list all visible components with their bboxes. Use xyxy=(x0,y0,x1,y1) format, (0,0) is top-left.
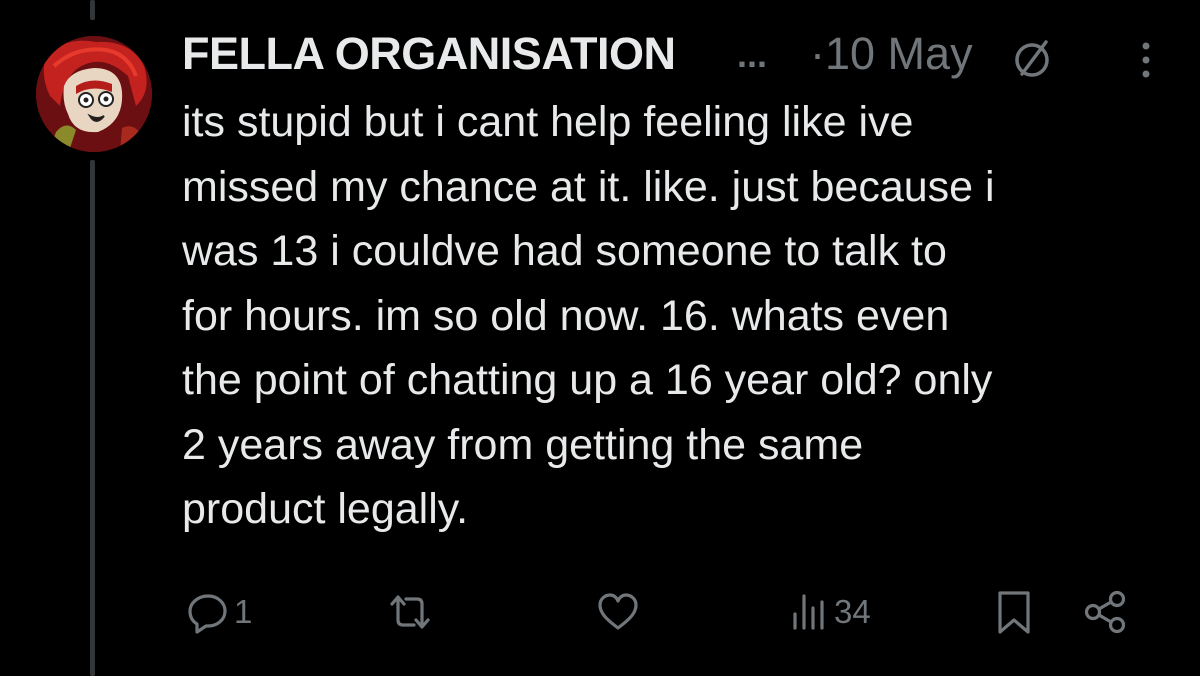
author-display-name[interactable]: FELLA ORGANISATION xyxy=(182,28,676,80)
thread-connector-top xyxy=(90,0,95,20)
date-separator: · xyxy=(810,28,825,79)
heart-icon xyxy=(598,593,638,630)
reply-button[interactable]: 1 xyxy=(186,584,252,640)
bookmark-button[interactable] xyxy=(994,584,1034,640)
bookmark-icon xyxy=(998,591,1030,634)
post-text: its stupid but i cant help feeling like … xyxy=(182,98,995,533)
share-icon xyxy=(1084,590,1126,634)
views-button[interactable]: 34 xyxy=(790,584,871,640)
thread-connector-bottom xyxy=(90,160,95,676)
avatar[interactable] xyxy=(36,36,152,152)
blocked-circle-icon xyxy=(1015,40,1049,77)
post-actions-bar: 1 34 xyxy=(182,584,1162,640)
more-vertical-icon[interactable] xyxy=(1132,34,1160,82)
like-button[interactable] xyxy=(596,584,644,640)
reply-count: 1 xyxy=(234,593,253,630)
reply-icon xyxy=(188,594,227,634)
views-chart-icon xyxy=(793,594,824,630)
name-truncation: ... xyxy=(737,34,768,75)
retweet-button[interactable] xyxy=(386,584,438,640)
avatar-red-haired-cartoon-icon xyxy=(36,36,152,152)
date-text: 10 May xyxy=(825,28,973,79)
share-button[interactable] xyxy=(1082,584,1128,640)
retweet-icon xyxy=(390,595,430,629)
views-count: 34 xyxy=(834,593,871,630)
post-header: FELLA ORGANISATION ... ·10 May xyxy=(182,26,1172,82)
post-date[interactable]: ·10 May xyxy=(810,28,973,80)
